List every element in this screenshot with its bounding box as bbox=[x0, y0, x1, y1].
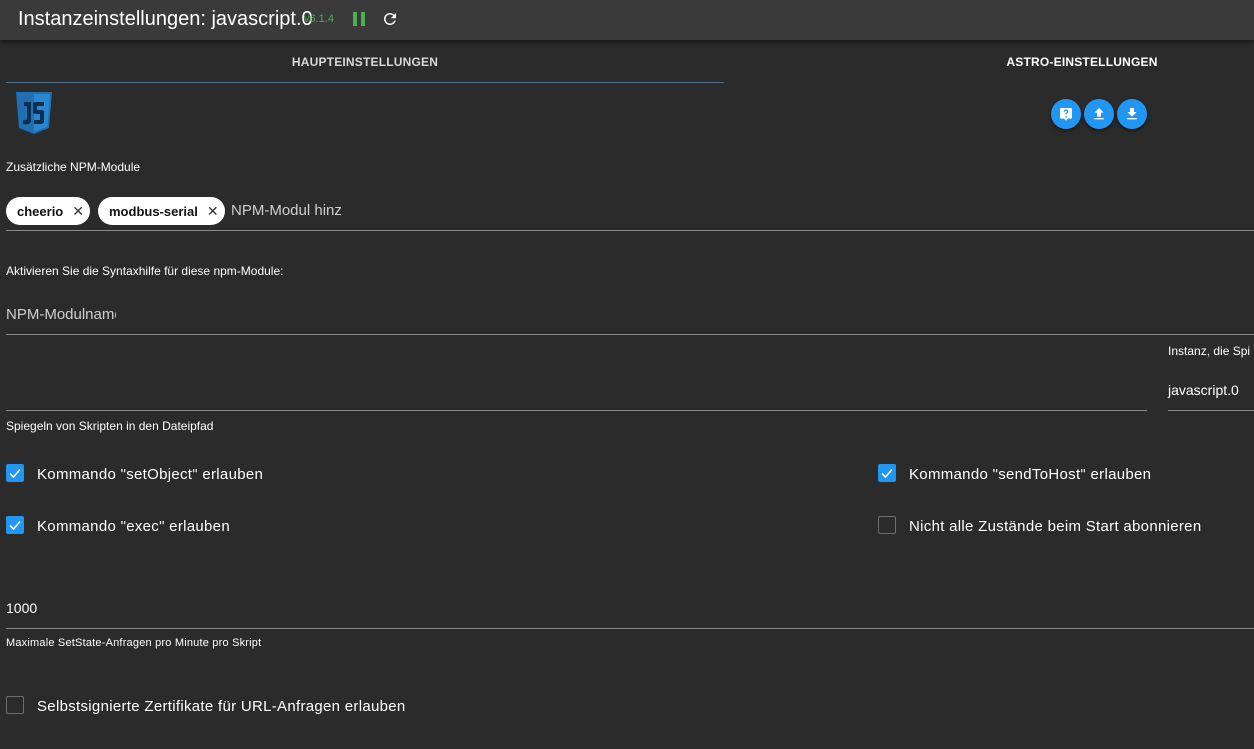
no-subscribe-checkbox[interactable] bbox=[878, 516, 896, 534]
send-to-host-label: Kommando "sendToHost" erlauben bbox=[909, 466, 1152, 483]
chip-modbus-serial[interactable]: modbus-serial ✕ bbox=[98, 197, 225, 225]
self-signed-label: Selbstsignierte Zertifikate für URL-Anfr… bbox=[37, 698, 406, 715]
close-icon[interactable]: ✕ bbox=[207, 203, 219, 220]
tab-astro-settings[interactable]: ASTRO-EINSTELLUNGEN bbox=[912, 44, 1252, 80]
download-button[interactable] bbox=[1117, 99, 1147, 129]
self-signed-checkbox[interactable] bbox=[6, 696, 24, 714]
syntax-help-label: Aktivieren Sie die Syntaxhilfe für diese… bbox=[6, 264, 284, 278]
check-icon bbox=[9, 468, 21, 479]
set-object-checkbox[interactable] bbox=[6, 464, 24, 482]
max-setstate-label: Maximale SetState-Anfragen pro Minute pr… bbox=[6, 637, 262, 649]
javascript-logo bbox=[14, 90, 54, 136]
npm-module-add-input[interactable]: NPM-Modul hinz bbox=[231, 202, 342, 219]
page-title: Instanzeinstellungen: javascript.0 bbox=[18, 8, 313, 30]
close-icon[interactable]: ✕ bbox=[72, 203, 84, 220]
mirror-path-label: Spiegeln von Skripten in den Dateipfad bbox=[6, 419, 214, 433]
version-label: v6.1.4 bbox=[304, 13, 334, 25]
pause-icon[interactable] bbox=[353, 12, 365, 26]
npm-module-name-input[interactable]: NPM-Modulname bbox=[6, 306, 116, 323]
tab-main-settings[interactable]: HAUPTEINSTELLUNGEN bbox=[6, 44, 724, 80]
send-to-host-checkbox[interactable] bbox=[878, 464, 896, 482]
exec-label: Kommando "exec" erlauben bbox=[37, 518, 230, 535]
max-setstate-input[interactable]: 1000 bbox=[6, 600, 37, 616]
chip-cheerio[interactable]: cheerio ✕ bbox=[6, 197, 90, 225]
mirror-instance-label: Instanz, die Spi bbox=[1168, 344, 1251, 358]
max-setstate-underline bbox=[6, 628, 1254, 629]
chip-label: cheerio bbox=[17, 203, 64, 219]
help-icon bbox=[1060, 108, 1072, 121]
check-icon bbox=[9, 520, 21, 531]
upload-button[interactable] bbox=[1084, 99, 1114, 129]
exec-checkbox[interactable] bbox=[6, 516, 24, 534]
mirror-path-underline bbox=[6, 410, 1147, 411]
npm-modules-label: Zusätzliche NPM-Module bbox=[6, 160, 141, 174]
chip-label: modbus-serial bbox=[109, 203, 198, 219]
reload-icon[interactable] bbox=[381, 10, 399, 28]
upload-icon bbox=[1094, 108, 1104, 120]
mirror-instance-select[interactable]: javascript.0 bbox=[1168, 382, 1239, 398]
npm-modules-underline bbox=[6, 230, 1254, 231]
no-subscribe-label: Nicht alle Zustände beim Start abonniere… bbox=[909, 518, 1202, 535]
set-object-label: Kommando "setObject" erlauben bbox=[37, 466, 264, 483]
download-icon bbox=[1127, 108, 1137, 120]
syntax-help-underline bbox=[6, 334, 1254, 335]
check-icon bbox=[881, 468, 893, 479]
active-tab-indicator bbox=[6, 82, 724, 83]
mirror-instance-underline bbox=[1168, 410, 1254, 411]
help-button[interactable] bbox=[1051, 99, 1081, 129]
